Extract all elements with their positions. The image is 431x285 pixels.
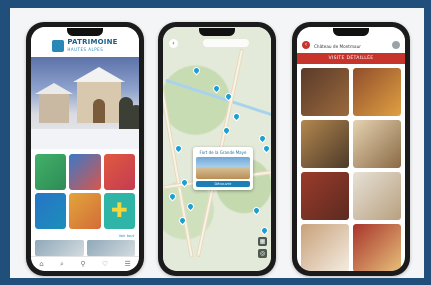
place-popup[interactable]: Fort de la Grande Maye Découvrir bbox=[193, 147, 253, 190]
snow-ground bbox=[31, 129, 139, 149]
room-card[interactable] bbox=[353, 68, 401, 116]
category-tile[interactable] bbox=[69, 154, 101, 190]
room-card[interactable] bbox=[353, 224, 401, 271]
discover-button[interactable]: Découvrir bbox=[196, 181, 250, 187]
phone-notch bbox=[67, 28, 103, 36]
phone-visit: ‹ Château de Montmaur VISITE DÉTAILLÉE bbox=[292, 22, 410, 276]
popup-image bbox=[196, 157, 250, 179]
map-view[interactable]: Fort de la Grande Maye Découvrir ▦ ◎ bbox=[163, 27, 271, 271]
see-all-link[interactable]: Voir tout bbox=[119, 234, 134, 238]
home-icon[interactable]: ⌂ bbox=[39, 260, 43, 268]
menu-icon[interactable]: ☰ bbox=[124, 260, 130, 268]
map-search-pill[interactable] bbox=[203, 39, 249, 47]
map-pin-icon[interactable] bbox=[185, 201, 196, 212]
popup-title: Fort de la Grande Maye bbox=[199, 150, 247, 155]
logo-icon bbox=[52, 40, 65, 52]
logo-title: PATRIMOINE bbox=[67, 38, 118, 46]
heart-icon[interactable]: ♡ bbox=[102, 260, 108, 268]
map-screen: Fort de la Grande Maye Découvrir ▦ ◎ ‹ bbox=[163, 27, 271, 271]
map-pin-icon[interactable] bbox=[261, 143, 271, 154]
room-grid bbox=[297, 64, 405, 271]
phone-notch bbox=[333, 28, 369, 36]
room-card[interactable] bbox=[301, 120, 349, 168]
hero-image bbox=[31, 57, 139, 149]
category-grid: ✚ bbox=[31, 149, 139, 232]
chapel-shape bbox=[73, 67, 125, 123]
phone-map: Fort de la Grande Maye Découvrir ▦ ◎ ‹ bbox=[158, 22, 276, 276]
map-pin-icon[interactable] bbox=[231, 111, 242, 122]
search-icon[interactable]: ⌕ bbox=[60, 260, 64, 269]
section-banner: VISITE DÉTAILLÉE bbox=[297, 53, 405, 64]
map-pin-icon[interactable] bbox=[191, 65, 202, 76]
logo-subtitle: HAUTES ALPES bbox=[67, 47, 104, 52]
map-pin-icon[interactable] bbox=[257, 133, 268, 144]
plus-icon: ✚ bbox=[110, 197, 128, 222]
visit-screen: ‹ Château de Montmaur VISITE DÉTAILLÉE bbox=[297, 27, 405, 271]
layers-icon[interactable]: ▦ bbox=[258, 237, 267, 246]
map-pin-icon[interactable] bbox=[211, 83, 222, 94]
map-pin-icon[interactable] bbox=[167, 191, 178, 202]
room-card[interactable] bbox=[353, 172, 401, 220]
map-pin-icon[interactable]: ⚲ bbox=[80, 260, 85, 268]
avatar[interactable] bbox=[392, 41, 400, 49]
room-card[interactable] bbox=[301, 224, 349, 271]
phone-notch bbox=[199, 28, 235, 36]
category-tile[interactable]: ✚ bbox=[103, 193, 135, 229]
thumbnail[interactable] bbox=[35, 240, 84, 256]
tree-shape bbox=[129, 105, 139, 131]
back-icon[interactable]: ‹ bbox=[302, 41, 310, 49]
road bbox=[163, 68, 194, 258]
room-card[interactable] bbox=[301, 172, 349, 220]
page-title: Château de Montmaur bbox=[314, 44, 361, 49]
map-pin-icon[interactable] bbox=[251, 205, 262, 216]
phone-home: PATRIMOINE HAUTES ALPES ✚ Voir tout ⌂ ⌕ … bbox=[26, 22, 144, 276]
category-tile[interactable] bbox=[103, 154, 135, 190]
thumbnail[interactable] bbox=[86, 240, 135, 256]
home-screen: PATRIMOINE HAUTES ALPES ✚ Voir tout ⌂ ⌕ … bbox=[31, 27, 139, 271]
app-logo: PATRIMOINE HAUTES ALPES bbox=[67, 39, 117, 53]
category-tile[interactable] bbox=[35, 193, 67, 229]
category-tile[interactable] bbox=[35, 154, 67, 190]
bottom-tab-bar: ⌂ ⌕ ⚲ ♡ ☰ bbox=[31, 256, 139, 271]
map-pin-icon[interactable] bbox=[259, 225, 270, 236]
category-tile[interactable] bbox=[69, 193, 101, 229]
back-icon[interactable]: ‹ bbox=[169, 39, 178, 48]
showcase-canvas: PATRIMOINE HAUTES ALPES ✚ Voir tout ⌂ ⌕ … bbox=[10, 8, 424, 278]
room-card[interactable] bbox=[301, 68, 349, 116]
room-card[interactable] bbox=[353, 120, 401, 168]
locate-icon[interactable]: ◎ bbox=[258, 249, 267, 258]
thumbnail-row bbox=[31, 238, 139, 258]
house-shape bbox=[35, 83, 73, 123]
